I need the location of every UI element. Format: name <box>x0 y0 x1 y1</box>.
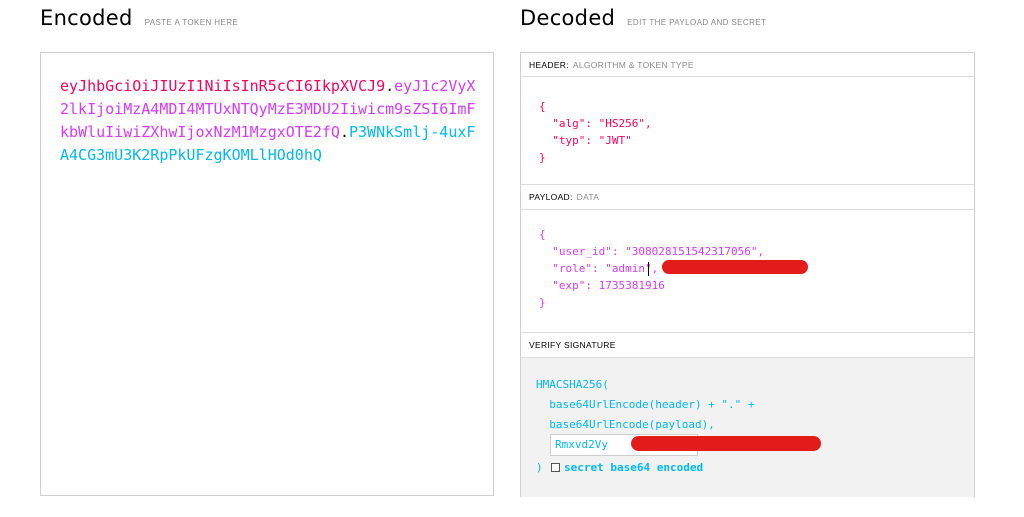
encoded-token-editor[interactable]: eyJhbGciOiJIUzI1NiIsInR5cCI6IkpXVCJ9.eyJ… <box>40 52 494 496</box>
decoded-hint: EDIT THE PAYLOAD AND SECRET <box>627 18 767 27</box>
token-header-part: eyJhbGciOiJIUzI1NiIsInR5cCI6IkpXVCJ9 <box>60 77 386 95</box>
encoded-token-text[interactable]: eyJhbGciOiJIUzI1NiIsInR5cCI6IkpXVCJ9.eyJ… <box>60 75 480 167</box>
payload-section-label: PAYLOAD: <box>529 192 573 202</box>
signature-section-title: VERIFY SIGNATURE <box>521 332 974 358</box>
secret-base64-label[interactable]: secret base64 encoded <box>564 459 703 476</box>
header-section-sublabel: ALGORITHM & TOKEN TYPE <box>572 60 694 70</box>
header-json-editor[interactable]: { "alg": "HS256", "typ": "JWT" } <box>539 98 652 166</box>
signature-section-label: VERIFY SIGNATURE <box>529 340 616 350</box>
signature-formula: HMACSHA256( base64UrlEncode(header) + ".… <box>536 378 755 431</box>
payload-section-title: PAYLOAD: DATA <box>521 184 974 210</box>
secret-redaction-mark <box>631 436 821 451</box>
decoded-title: Decoded <box>520 6 616 30</box>
payload-redaction-mark <box>662 260 808 274</box>
signature-close-paren: ) <box>536 461 543 474</box>
token-dot-2: . <box>339 123 349 141</box>
text-cursor <box>648 262 649 276</box>
encoded-hint: PASTE A TOKEN HERE <box>144 18 239 27</box>
decoded-heading: Decoded EDIT THE PAYLOAD AND SECRET <box>520 6 766 30</box>
token-dot-1: . <box>385 77 395 95</box>
secret-base64-checkbox[interactable] <box>551 463 560 472</box>
decoded-panel: HEADER: ALGORITHM & TOKEN TYPE { "alg": "… <box>520 52 975 497</box>
header-section-title: HEADER: ALGORITHM & TOKEN TYPE <box>521 53 974 77</box>
encoded-title: Encoded <box>40 6 133 30</box>
payload-section-sublabel: DATA <box>576 192 600 202</box>
header-section-label: HEADER: <box>529 60 569 70</box>
encoded-heading: Encoded PASTE A TOKEN HERE <box>40 6 238 30</box>
